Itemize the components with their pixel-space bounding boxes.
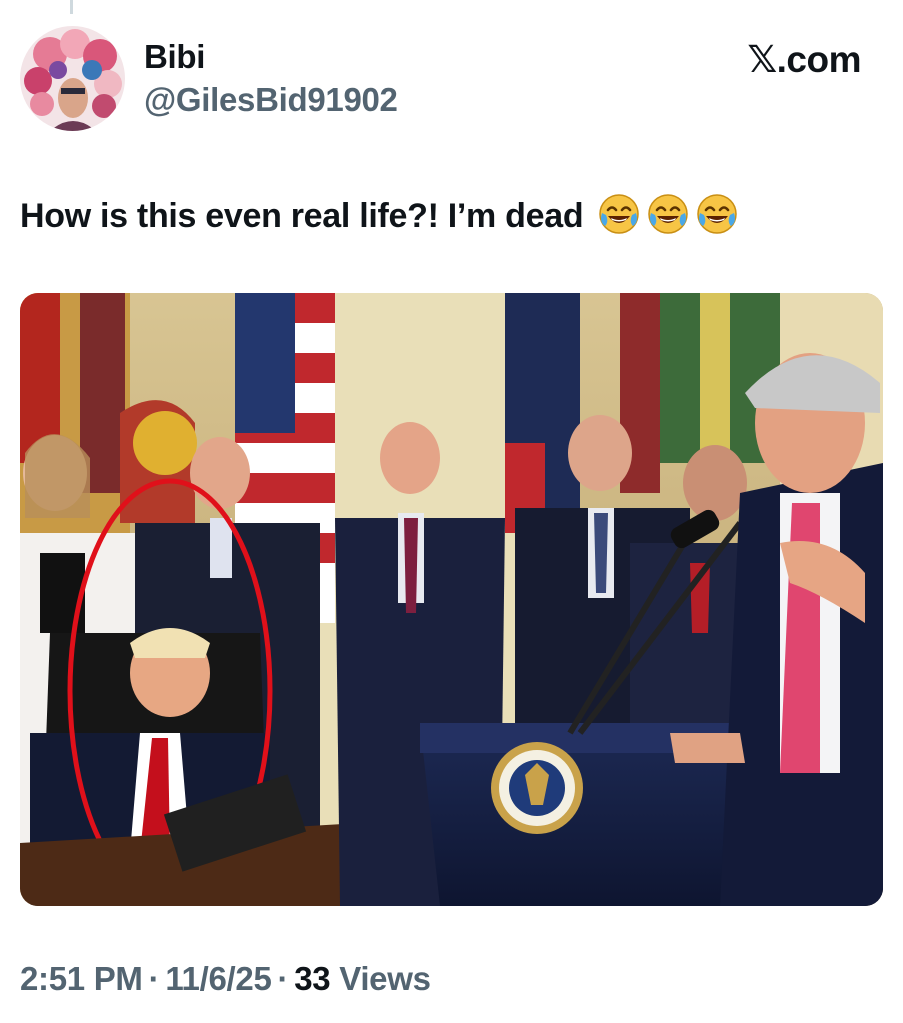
tweet-meta: 2:51 PM · 11/6/25 · 33 Views [20, 960, 431, 998]
meta-separator: · [277, 960, 289, 997]
author-display-name[interactable]: Bibi [144, 38, 205, 76]
x-logo-icon: 𝕏 [747, 38, 777, 81]
photo-press-conference-image [20, 293, 883, 906]
thread-connector-line [70, 0, 73, 14]
brand-suffix: .com [776, 39, 862, 80]
laughing-emoji-icon [697, 194, 738, 234]
brand-watermark: 𝕏.com [747, 38, 861, 81]
laughing-emoji-icon [648, 194, 689, 234]
views-count[interactable]: 33 [294, 960, 330, 997]
laughing-emoji-icon [599, 194, 640, 234]
author-handle[interactable]: @GilesBid91902 [144, 81, 398, 119]
tweet-time[interactable]: 2:51 PM [20, 960, 143, 997]
floral-portrait-avatar-icon [20, 26, 125, 131]
tweet-text: How is this even real life?! I’m dead [20, 192, 739, 236]
author-avatar[interactable] [20, 26, 125, 131]
meta-separator: · [148, 960, 160, 997]
tweet-date[interactable]: 11/6/25 [165, 960, 271, 997]
presidential-seal [491, 742, 583, 834]
tweet-body: How is this even real life?! I’m dead [20, 197, 584, 235]
views-label[interactable]: Views [339, 960, 431, 997]
tweet-media-photo[interactable] [20, 293, 883, 906]
